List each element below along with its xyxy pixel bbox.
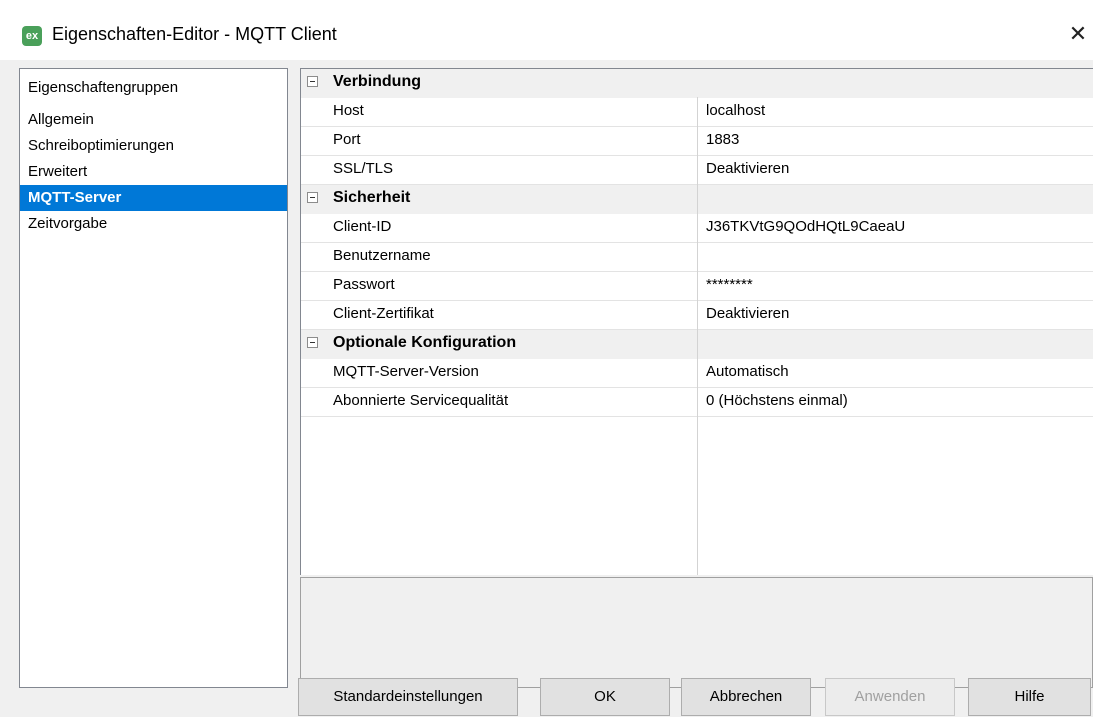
property-groups-header: Eigenschaftengruppen	[28, 79, 179, 96]
group-item-zeitvorgabe[interactable]: Zeitvorgabe	[20, 211, 287, 237]
column-divider[interactable]	[697, 97, 698, 575]
window-title: Eigenschaften-Editor - MQTT Client	[52, 24, 337, 44]
property-grid: Verbindung Host localhost Port 1883 SSL/…	[300, 68, 1093, 575]
group-item-erweitert[interactable]: Erweitert	[20, 159, 287, 185]
help-button[interactable]: Hilfe	[968, 678, 1091, 716]
category-label: Sicherheit	[333, 189, 411, 206]
group-item-schreiboptimierungen[interactable]: Schreiboptimierungen	[20, 133, 287, 159]
property-groups-list: Allgemein Schreiboptimierungen Erweitert…	[20, 107, 287, 237]
description-panel	[300, 577, 1093, 688]
category-verbindung[interactable]: Verbindung	[301, 69, 1093, 98]
property-value[interactable]: Deaktivieren	[706, 305, 789, 322]
collapse-icon[interactable]	[307, 192, 318, 203]
property-value[interactable]: 1883	[706, 131, 739, 148]
group-item-mqtt-server[interactable]: MQTT-Server	[20, 185, 287, 211]
property-name: Benutzername	[333, 247, 431, 264]
collapse-icon[interactable]	[307, 76, 318, 87]
property-name: Port	[333, 131, 361, 148]
property-name: Abonnierte Servicequalität	[333, 392, 509, 409]
property-name: Passwort	[333, 276, 395, 293]
property-name: SSL/TLS	[333, 160, 394, 177]
property-name: Client-Zertifikat	[333, 305, 434, 322]
property-name: Client-ID	[333, 218, 392, 235]
title-bar: ex Eigenschaften-Editor - MQTT Client ✕	[0, 0, 1093, 60]
category-label: Optionale Konfiguration	[333, 334, 517, 351]
defaults-button[interactable]: Standardeinstellungen	[298, 678, 518, 716]
cancel-button[interactable]: Abbrechen	[681, 678, 811, 716]
property-value[interactable]: J36TKVtG9QOdHQtL9CaeaU	[706, 218, 905, 235]
group-item-allgemein[interactable]: Allgemein	[20, 107, 287, 133]
property-value[interactable]: Deaktivieren	[706, 160, 789, 177]
close-icon[interactable]: ✕	[1066, 22, 1090, 46]
collapse-icon[interactable]	[307, 337, 318, 348]
apply-button[interactable]: Anwenden	[825, 678, 955, 716]
app-icon: ex	[22, 26, 42, 46]
ok-button[interactable]: OK	[540, 678, 670, 716]
property-value[interactable]: localhost	[706, 102, 765, 119]
property-groups-panel: Eigenschaftengruppen Allgemein Schreibop…	[19, 68, 288, 688]
property-value[interactable]: ********	[706, 276, 753, 293]
property-value[interactable]: 0 (Höchstens einmal)	[706, 392, 848, 409]
category-label: Verbindung	[333, 73, 421, 90]
property-name: MQTT-Server-Version	[333, 363, 479, 380]
property-name: Host	[333, 102, 364, 119]
property-value[interactable]: Automatisch	[706, 363, 789, 380]
